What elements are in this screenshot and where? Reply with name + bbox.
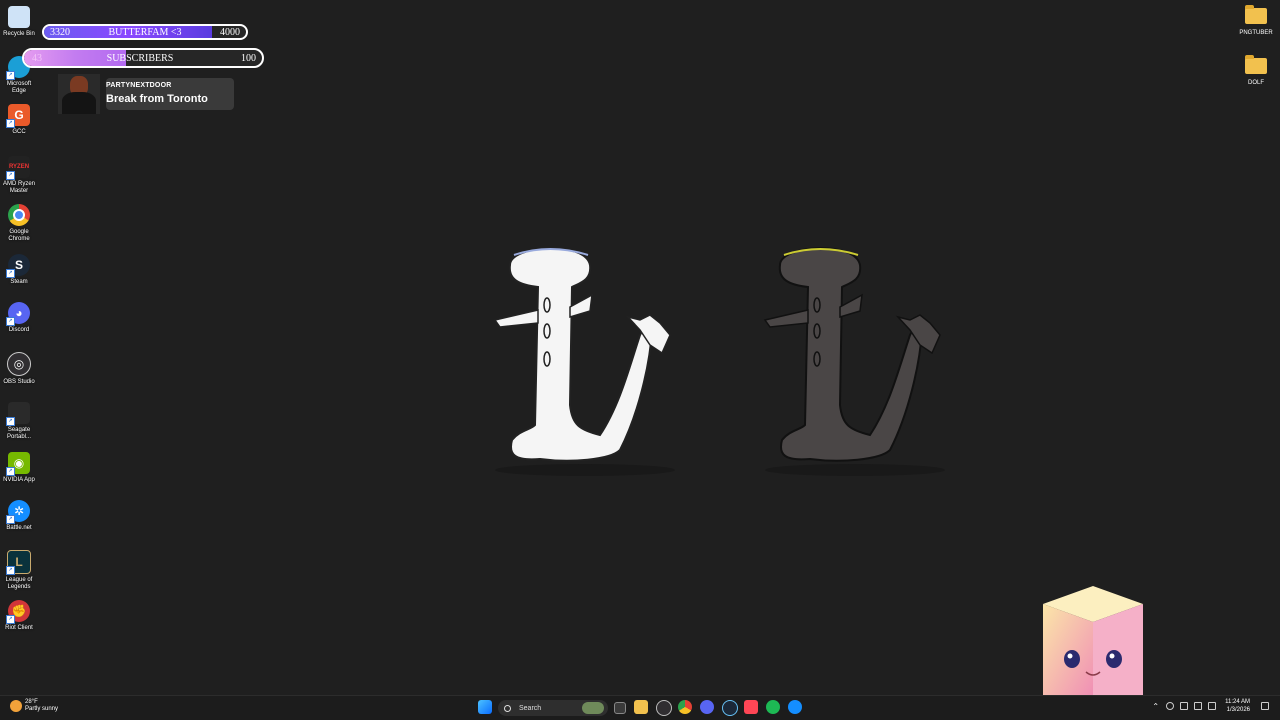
desktop-folder-pngtuber[interactable]: PNGTUBER <box>1236 5 1276 36</box>
clock[interactable]: 11:24 AM 1/3/2026 <box>1225 698 1250 714</box>
album-art <box>58 74 100 114</box>
tray-app-icon[interactable] <box>1166 702 1175 710</box>
now-playing-artist: PARTYNEXTDOOR <box>106 82 172 89</box>
weather-temp: 28°F <box>25 699 38 705</box>
desktop-icon-gcc[interactable]: G ↗ GCC <box>0 104 38 136</box>
desktop-icon-league[interactable]: L ↗ League of Legends <box>0 550 38 591</box>
chrome-icon <box>8 204 30 226</box>
desktop-icon-chrome[interactable]: Google Chrome <box>0 204 38 243</box>
goal-target: 4000 <box>220 26 240 38</box>
valorant-icon[interactable] <box>744 700 758 714</box>
sub-target: 100 <box>241 52 256 64</box>
taskbar-search[interactable]: Search <box>498 700 608 716</box>
chevron-up-icon[interactable]: ⌃ <box>1152 702 1159 711</box>
folder-icon <box>1245 5 1267 24</box>
desktop-icon-recycle-bin[interactable]: Recycle Bin <box>0 6 38 38</box>
desktop-icon-battlenet[interactable]: ✲ ↗ Battle.net <box>0 500 38 532</box>
nvidia-icon: ◉ ↗ <box>6 452 30 476</box>
cube-mascot <box>1043 586 1143 696</box>
volume-icon[interactable] <box>1208 702 1217 710</box>
network-icon[interactable] <box>1194 702 1203 710</box>
battlenet-icon: ✲ ↗ <box>6 500 30 524</box>
discord-icon: ◕ ↗ <box>6 302 30 326</box>
weather-widget[interactable]: 28°F Partly sunny <box>10 699 58 713</box>
pngtuber-character-dark <box>763 247 945 476</box>
task-view-icon[interactable] <box>614 702 626 714</box>
desktop-icon-discord[interactable]: ◕ ↗ Discord <box>0 302 38 334</box>
partly-sunny-icon <box>10 700 22 712</box>
chrome-icon[interactable] <box>678 700 692 714</box>
riot-icon: ✊ ↗ <box>6 600 30 624</box>
pngtuber-character-white <box>493 247 675 476</box>
clock-time: 11:24 AM <box>1225 699 1250 705</box>
subscriber-goal-bar: 43 SUBSCRIBERS 100 <box>22 48 264 68</box>
amd-ryzen-icon: RYZEN ↗ <box>6 156 30 180</box>
taskbar: 28°F Partly sunny Search ⌃ 11:24 AM 1/3/… <box>0 695 1280 720</box>
desktop-icon-amd[interactable]: RYZEN ↗ AMD Ryzen Master <box>0 156 38 195</box>
desktop-icon-seagate[interactable]: ↗ Seagate Portabl... <box>0 402 38 441</box>
desktop-icon-riot[interactable]: ✊ ↗ Riot Client <box>0 600 38 632</box>
clock-date: 1/3/2026 <box>1226 707 1250 713</box>
recycle-bin-icon <box>8 6 30 28</box>
sub-label: SUBSCRIBERS <box>106 52 174 64</box>
windows-start-icon[interactable] <box>478 700 492 714</box>
desktop-icon-nvidia[interactable]: ◉ ↗ NVIDIA App <box>0 452 38 484</box>
weather-condition: Partly sunny <box>25 706 59 712</box>
steam-icon[interactable] <box>722 700 738 716</box>
search-highlight-image <box>582 702 604 714</box>
folder-icon <box>1245 55 1267 74</box>
spotify-icon[interactable] <box>766 700 780 714</box>
discord-icon[interactable] <box>700 700 714 714</box>
obs-icon: ◎ <box>7 352 31 376</box>
desktop-folder-dolf[interactable]: DOLF <box>1236 55 1276 86</box>
steam-icon: S ↗ <box>6 254 30 278</box>
now-playing-widget: PARTYNEXTDOOR Break from Toronto <box>58 74 234 114</box>
goal-label: BUTTERFAM <3 <box>108 26 182 38</box>
desktop-icon-obs[interactable]: ◎ OBS Studio <box>0 352 38 386</box>
desktop-icon-steam[interactable]: S ↗ Steam <box>0 254 38 286</box>
search-icon <box>504 704 511 712</box>
notification-bell-icon[interactable] <box>1261 702 1269 710</box>
now-playing-title: Break from Toronto <box>106 93 208 105</box>
file-explorer-icon[interactable] <box>634 700 648 714</box>
obs-icon[interactable] <box>656 700 672 716</box>
follower-goal-bar: 3320 BUTTERFAM <3 4000 <box>42 24 248 40</box>
league-icon: L ↗ <box>6 550 31 575</box>
microphone-icon[interactable] <box>1180 702 1189 710</box>
system-tray: ⌃ 11:24 AM 1/3/2026 <box>1152 698 1272 714</box>
battlenet-icon[interactable] <box>788 700 802 714</box>
gcc-icon: G ↗ <box>6 104 30 128</box>
seagate-icon: ↗ <box>6 402 30 426</box>
